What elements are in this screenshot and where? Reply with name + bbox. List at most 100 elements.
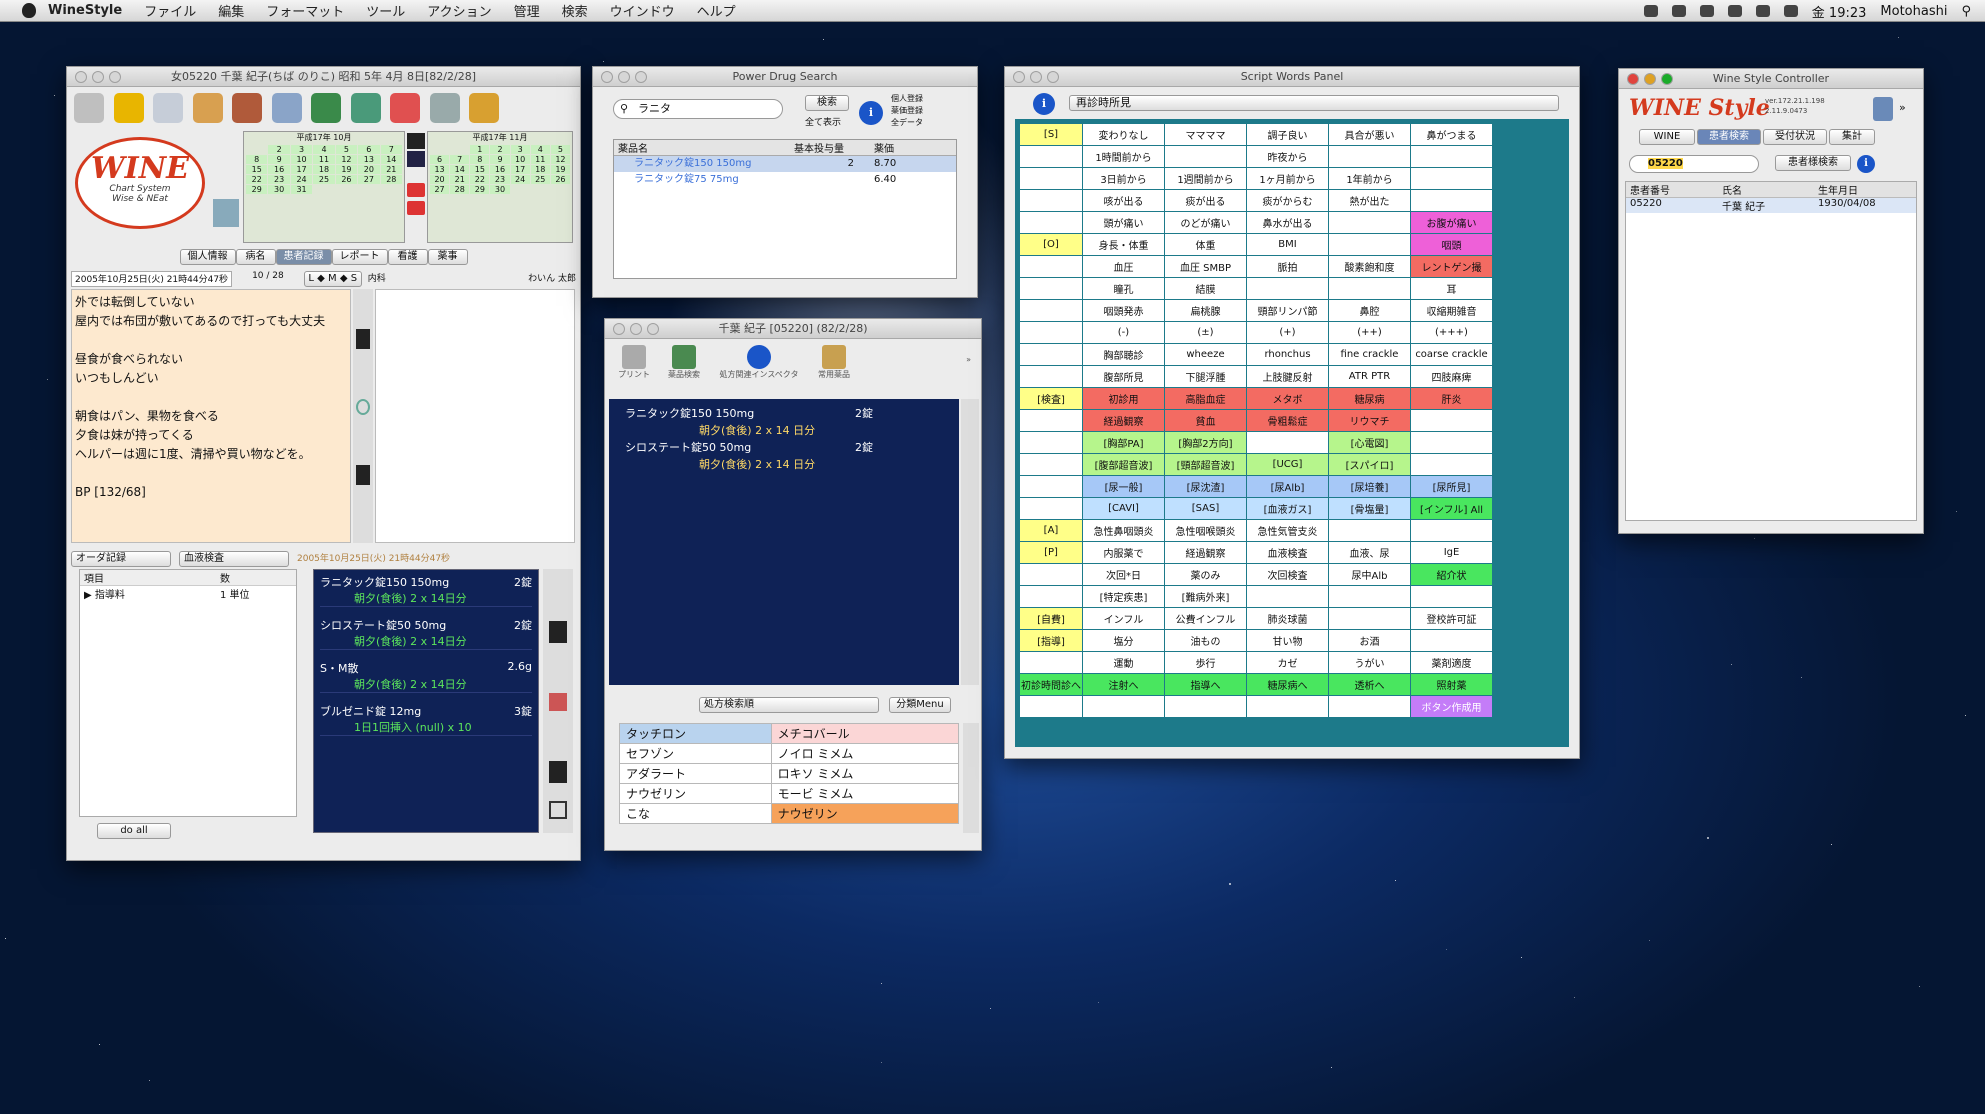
- script-word-button[interactable]: 塩分: [1082, 629, 1165, 652]
- script-word-button[interactable]: 指導へ: [1164, 673, 1247, 696]
- script-word-button[interactable]: [1328, 607, 1411, 630]
- script-category-cell[interactable]: [1019, 431, 1083, 454]
- calendar-day[interactable]: 18: [313, 165, 335, 174]
- script-word-button[interactable]: 血液検査: [1246, 541, 1329, 564]
- tab-pharmacy[interactable]: 薬事: [427, 249, 468, 265]
- script-word-button[interactable]: 昨夜から: [1246, 145, 1329, 168]
- calendar-day[interactable]: 5: [550, 145, 570, 154]
- script-word-button[interactable]: 咽頭: [1410, 233, 1493, 256]
- script-word-button[interactable]: 注射へ: [1082, 673, 1165, 696]
- script-word-button[interactable]: [頸部超音波]: [1164, 453, 1247, 476]
- input-method-icon[interactable]: [1783, 5, 1798, 17]
- quick-drug-button[interactable]: メチコバール: [770, 723, 960, 744]
- doctor-icon[interactable]: [232, 93, 262, 123]
- script-word-button[interactable]: カゼ: [1246, 651, 1329, 674]
- menu-clock[interactable]: 金 19:23: [1812, 2, 1867, 21]
- apple-icon[interactable]: [22, 3, 36, 18]
- script-category-cell[interactable]: [1019, 145, 1083, 168]
- script-word-button[interactable]: 貧血: [1164, 409, 1247, 432]
- script-word-button[interactable]: [1328, 519, 1411, 542]
- window-controls[interactable]: [75, 71, 121, 83]
- script-word-button[interactable]: 脈拍: [1246, 255, 1329, 278]
- script-word-button[interactable]: 登校許可証: [1410, 607, 1493, 630]
- calendar-day[interactable]: 21: [380, 165, 402, 174]
- script-word-button[interactable]: リウマチ: [1328, 409, 1411, 432]
- radio-price[interactable]: 薬価登録: [891, 105, 923, 117]
- quick-drug-button[interactable]: セフゾン: [619, 743, 772, 764]
- rx-titlebar[interactable]: 千葉 紀子 [05220] (82/2/28): [605, 319, 981, 339]
- script-word-button[interactable]: [心電図]: [1328, 431, 1411, 454]
- tab-records[interactable]: 患者記録: [275, 249, 332, 265]
- script-word-button[interactable]: メタボ: [1246, 387, 1329, 410]
- info-icon[interactable]: i: [859, 101, 883, 125]
- calendar-day[interactable]: 4: [313, 145, 335, 154]
- script-word-button[interactable]: [1164, 695, 1247, 718]
- radio-personal[interactable]: 個人登録: [891, 93, 923, 105]
- script-word-button[interactable]: [尿培養]: [1328, 475, 1411, 498]
- calendar-day[interactable]: 29: [470, 185, 490, 194]
- menu-search[interactable]: 検索: [562, 1, 588, 20]
- calendar-day[interactable]: 14: [450, 165, 470, 174]
- script-word-button[interactable]: IgE: [1410, 541, 1493, 564]
- rx-print-tool[interactable]: プリント: [611, 345, 657, 380]
- order-table[interactable]: 項目 数 ▶ 指導料 1 単位: [79, 569, 297, 817]
- script-word-button[interactable]: 透析へ: [1328, 673, 1411, 696]
- script-word-button[interactable]: 身長・体重: [1082, 233, 1165, 256]
- prescription-item[interactable]: ブルゼニド錠 12mg 3錠 1日1回挿入 (null) x 10: [320, 703, 532, 736]
- script-category-cell[interactable]: [1019, 475, 1083, 498]
- calendar-day[interactable]: 10: [510, 155, 530, 164]
- script-category-cell[interactable]: [1019, 651, 1083, 674]
- prescription-item[interactable]: S・M散 2.6g 朝夕(食後) 2 x 14日分: [320, 660, 532, 693]
- script-category-cell[interactable]: [1019, 343, 1083, 366]
- note-icon[interactable]: [429, 93, 460, 123]
- toolbar-overflow-icon[interactable]: »: [966, 355, 971, 364]
- script-word-button[interactable]: 急性鼻咽頭炎: [1082, 519, 1165, 542]
- quick-drug-button[interactable]: ナウゼリン: [770, 803, 960, 824]
- script-word-button[interactable]: のどが痛い: [1164, 211, 1247, 234]
- calendar-day[interactable]: 27: [430, 185, 450, 194]
- calendar-day[interactable]: 22: [246, 175, 268, 184]
- script-word-button[interactable]: [1410, 585, 1493, 608]
- script-category-cell[interactable]: [P]: [1019, 541, 1083, 564]
- script-word-button[interactable]: 1年前から: [1328, 167, 1411, 190]
- script-word-button[interactable]: 油もの: [1164, 629, 1247, 652]
- window-controls[interactable]: [1013, 71, 1059, 83]
- script-word-button[interactable]: 血圧: [1082, 255, 1165, 278]
- patient-search-button[interactable]: 患者様検索: [1775, 155, 1851, 171]
- script-word-button[interactable]: [1328, 145, 1411, 168]
- script-word-button[interactable]: 血液、尿: [1328, 541, 1411, 564]
- tag-icon[interactable]: [192, 93, 223, 123]
- script-word-button[interactable]: (±): [1164, 321, 1247, 344]
- script-word-button[interactable]: 痰が出る: [1164, 189, 1247, 212]
- controller-info-icon[interactable]: i: [1857, 155, 1875, 173]
- cal-next-icon[interactable]: [407, 151, 425, 167]
- calendar-day[interactable]: 13: [430, 165, 450, 174]
- script-word-button[interactable]: 歩行: [1164, 651, 1247, 674]
- script-word-button[interactable]: 1週間前から: [1164, 167, 1247, 190]
- script-word-button[interactable]: [SAS]: [1164, 497, 1247, 520]
- rx-order-line[interactable]: ラニタック錠150 150mg 2錠 朝夕(食後) 2 x 14 日分: [609, 405, 959, 439]
- script-word-button[interactable]: インフル: [1082, 607, 1165, 630]
- script-word-button[interactable]: [1410, 167, 1493, 190]
- script-word-button[interactable]: (++): [1328, 321, 1411, 344]
- script-word-button[interactable]: レントゲン撮: [1410, 255, 1493, 278]
- script-word-button[interactable]: 痰がからむ: [1246, 189, 1329, 212]
- calendar-november[interactable]: 平成17年 11月 1 2 3 4 5 6 7 8 9 10 11 12 13 14 15 16 17 18 19 2…: [427, 131, 573, 243]
- script-word-button[interactable]: [胸部2方向]: [1164, 431, 1247, 454]
- calendar-day[interactable]: 15: [470, 165, 490, 174]
- calendar-day[interactable]: 23: [268, 175, 290, 184]
- calendar-day[interactable]: 25: [313, 175, 335, 184]
- drug-result-table[interactable]: 薬品名 基本投与量 薬価 ラニタック錠150 150mg 2 8.70 ラニタック錠7…: [613, 139, 957, 279]
- menu-file[interactable]: ファイル: [144, 1, 196, 20]
- menu-admin[interactable]: 管理: [514, 1, 540, 20]
- tab-wine[interactable]: WINE: [1639, 129, 1695, 145]
- script-word-button[interactable]: 下腿浮腫: [1164, 365, 1247, 388]
- calendar-day[interactable]: 2: [490, 145, 510, 154]
- script-word-button[interactable]: (+++): [1410, 321, 1493, 344]
- cal-up-icon[interactable]: [407, 183, 425, 197]
- script-category-cell[interactable]: [1019, 563, 1083, 586]
- search-icon[interactable]: [271, 93, 302, 123]
- script-word-button[interactable]: [1410, 519, 1493, 542]
- script-category-cell[interactable]: [A]: [1019, 519, 1083, 542]
- patient-result-table[interactable]: 患者番号 氏名 生年月日 05220 千葉 紀子 1930/04/08: [1625, 181, 1917, 521]
